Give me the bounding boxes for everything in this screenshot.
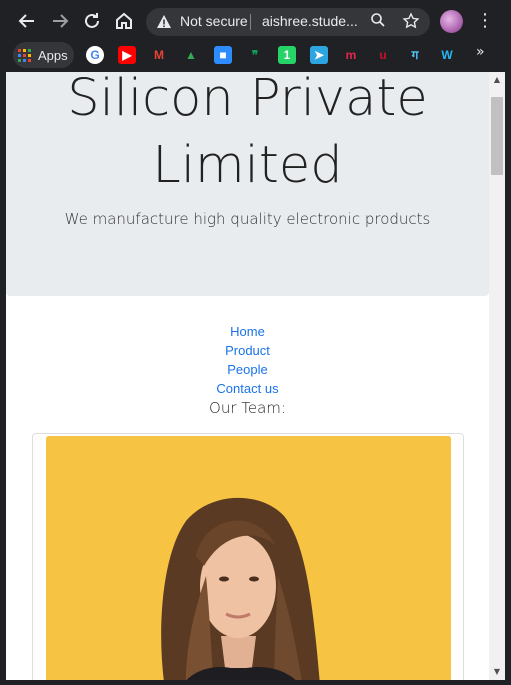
page-viewport: Silicon Private Limited We manufacture h… [6,72,489,680]
home-icon[interactable] [112,9,136,33]
nav-link-home[interactable]: Home [6,322,489,341]
forward-arrow-icon[interactable] [48,9,72,33]
team-member-photo [46,436,451,680]
jumbotron: Silicon Private Limited We manufacture h… [6,72,489,296]
hindi-logo-icon[interactable]: ग [406,46,424,64]
zoom-icon[interactable]: ■ [214,46,232,64]
page-title: Silicon Private Limited [67,72,428,195]
nav-link-people[interactable]: People [6,360,489,379]
address-bar[interactable]: Not secure aishree.stude... [146,8,430,36]
team-heading: Our Team: [209,399,286,417]
browser-window: Not secure aishree.stude... ⋮ Apps G ▶ M ▲ ■… [0,0,511,685]
apps-grid-icon [18,48,31,62]
m-logo-icon[interactable]: m [342,46,360,64]
page-scrollbar[interactable]: ▲ ▼ [489,72,505,680]
google-drive-icon[interactable]: ▲ [182,46,200,64]
gmail-icon[interactable]: M [150,46,168,64]
nav-link-contact[interactable]: Contact us [6,379,489,398]
scroll-up-arrow-icon[interactable]: ▲ [489,72,505,88]
bookmark-star-icon[interactable] [401,12,421,32]
reload-icon[interactable] [80,9,104,33]
team-member-card [32,433,464,680]
bookmarks-bar: Apps G ▶ M ▲ ■ ❞ 1 ➤ m u ग W » [0,42,511,72]
more-menu-icon[interactable]: ⋮ [476,10,494,32]
address-separator [250,14,251,30]
nav-link-product[interactable]: Product [6,341,489,360]
u-logo-icon[interactable]: u [374,46,392,64]
apps-button[interactable]: Apps [13,42,74,68]
hangouts-icon[interactable]: ❞ [246,46,264,64]
security-status[interactable]: Not secure [180,13,248,29]
browser-toolbar: Not secure aishree.stude... ⋮ [0,0,511,42]
whatsapp-icon[interactable]: 1 [278,46,296,64]
warning-icon[interactable] [156,14,172,30]
url-text[interactable]: aishree.stude... [262,13,366,29]
bookmarks-overflow-icon[interactable]: » [476,44,485,60]
site-nav: Home Product People Contact us [6,322,489,398]
page-subtitle: We manufacture high quality electronic p… [64,210,431,228]
w-logo-icon[interactable]: W [438,46,456,64]
zoom-magnifier-icon[interactable] [368,12,388,32]
scroll-down-arrow-icon[interactable]: ▼ [489,664,505,680]
back-arrow-icon[interactable] [15,9,39,33]
telegram-icon[interactable]: ➤ [310,46,328,64]
google-icon[interactable]: G [86,46,104,64]
apps-label: Apps [38,47,68,63]
youtube-icon[interactable]: ▶ [118,46,136,64]
scrollbar-thumb[interactable] [491,97,503,175]
profile-avatar[interactable] [440,10,463,33]
